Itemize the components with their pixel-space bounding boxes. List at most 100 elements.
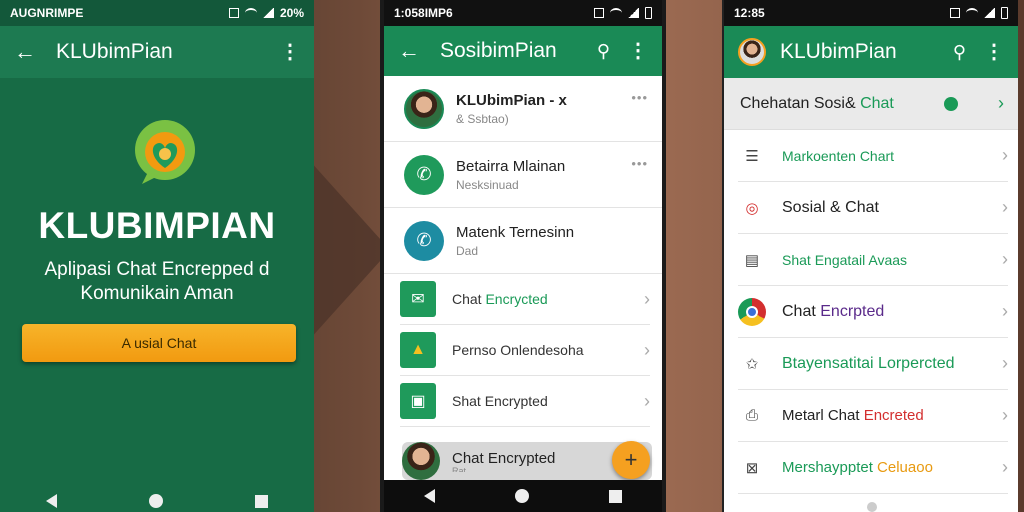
- chat-name: KLUbimPian - x: [456, 91, 567, 109]
- more-options-icon[interactable]: ⋮: [628, 41, 648, 61]
- nav-home-icon[interactable]: [867, 502, 877, 512]
- row-more-icon[interactable]: •••: [631, 90, 648, 105]
- menu-label: Markoenten Chart: [782, 147, 895, 164]
- chat-list: KLUbimPian - x & Ssbtao) ••• ✆ Betairra …: [384, 76, 662, 480]
- chat-name: Betairra Mlainan: [456, 157, 566, 175]
- menu-label: Shat Engatail Avaas: [782, 251, 908, 268]
- brand-name: KLUBIMPIAN: [38, 205, 276, 246]
- notification-icon: [594, 8, 604, 18]
- nav-recents-icon[interactable]: [255, 494, 268, 508]
- nav-recents-icon[interactable]: [609, 489, 622, 503]
- menu-label: Pernso Onlendesoha: [452, 342, 584, 358]
- document-icon: ▣: [400, 383, 436, 419]
- chat-item-3[interactable]: ✆ Matenk Ternesinn Dad: [384, 208, 662, 274]
- menu-label: Btayensatitai Lorpercted: [782, 354, 955, 372]
- chat-text: Matenk Ternesinn Dad: [456, 224, 652, 258]
- phone-menu: 12:85 KLUbimPian ⚲ ⋮ Chehatan Sosi& Chat…: [722, 0, 1018, 512]
- nav-bar: [0, 490, 314, 512]
- status-bar: AUGNRIMPE 20%: [0, 0, 314, 26]
- menu-item-1[interactable]: ☰ Markoenten Chart ›: [738, 130, 1008, 182]
- wifi-icon: [966, 8, 978, 18]
- signal-icon: [262, 8, 274, 18]
- nav-bar: [384, 480, 662, 512]
- menu-label: Metarl Chat Encreted: [782, 407, 924, 424]
- status-icons: [594, 7, 652, 19]
- wifi-icon: [244, 8, 257, 18]
- battery-icon: [645, 7, 652, 19]
- chevron-right-icon: ›: [1002, 197, 1008, 217]
- status-time: AUGNRIMPE: [10, 6, 84, 20]
- chat-name: Matenk Ternesinn: [456, 223, 575, 241]
- menu-item-3[interactable]: ▤ Shat Engatail Avaas ›: [738, 234, 1008, 286]
- active-chat-sub: Rat: [452, 467, 467, 472]
- chat-item-1[interactable]: KLUbimPian - x & Ssbtao) •••: [384, 76, 662, 142]
- menu-item-7[interactable]: ⊠ Mershaypptet Celuaoo ›: [738, 442, 1008, 494]
- avatar: [402, 442, 440, 480]
- clipboard-icon: ▤: [744, 251, 760, 269]
- status-icons: 20%: [228, 6, 304, 20]
- chat-preview: Dad: [456, 243, 479, 258]
- menu-label: Mershaypptet Celuaoo: [782, 459, 933, 476]
- menu-item-4[interactable]: Chat Encrpted ›: [738, 286, 1008, 338]
- notification-icon: [950, 8, 960, 18]
- nav-bar: [724, 498, 1018, 512]
- search-icon[interactable]: ⚲: [597, 41, 610, 62]
- app-bar: ← KLUbimPian ⋮: [0, 26, 314, 78]
- nav-back-icon[interactable]: [424, 489, 435, 503]
- back-arrow-icon[interactable]: ←: [14, 41, 36, 63]
- row-more-icon[interactable]: •••: [631, 156, 648, 171]
- chevron-right-icon: ›: [1002, 249, 1008, 269]
- status-time: 12:85: [734, 6, 765, 20]
- tagline-line-1: Aplipasi Chat Encrepped d: [44, 259, 270, 280]
- tagline: Aplipasi Chat Encrepped d Komunikain Ama…: [0, 258, 314, 306]
- more-options-icon[interactable]: ⋮: [984, 42, 1004, 62]
- chat-text: Betairra Mlainan Nesksinuad: [456, 158, 652, 192]
- chevron-right-icon: ›: [1002, 301, 1008, 321]
- phone-icon: ✆: [404, 154, 444, 195]
- status-bar: 12:85: [724, 0, 1018, 26]
- back-arrow-icon[interactable]: ←: [398, 40, 420, 62]
- menu-item-6[interactable]: ⎙ Metarl Chat Encreted ›: [738, 390, 1008, 442]
- app-logo: [128, 116, 202, 190]
- battery-icon: [1001, 7, 1008, 19]
- search-icon[interactable]: ⚲: [953, 42, 966, 63]
- app-bar: KLUbimPian ⚲ ⋮: [724, 26, 1018, 78]
- menu-item-2[interactable]: ◎ Sosial & Chat ›: [738, 182, 1008, 234]
- menu-item-shat-encrypted[interactable]: ▣ Shat Encrypted ›: [400, 376, 650, 427]
- nav-home-icon[interactable]: [515, 489, 529, 503]
- signal-icon: [628, 8, 639, 18]
- start-chat-button[interactable]: A usial Chat: [22, 324, 296, 362]
- phone-splash: AUGNRIMPE 20% ← KLUbimPian ⋮ KLUBIMPIAN …: [0, 0, 314, 512]
- menu-item-chat-encrypted[interactable]: ✉ Chat Encrycted ›: [400, 274, 650, 325]
- menu-item-5[interactable]: ✩ Btayensatitai Lorpercted ›: [738, 338, 1008, 390]
- more-options-icon[interactable]: ⋮: [280, 42, 300, 62]
- chat-preview: & Ssbtao): [456, 111, 509, 126]
- chevron-right-icon: ›: [998, 93, 1004, 113]
- list-icon: ☰: [745, 147, 759, 165]
- app-title: KLUbimPian: [780, 40, 897, 63]
- add-chat-button[interactable]: +: [612, 441, 650, 479]
- chat-item-2[interactable]: ✆ Betairra Mlainan Nesksinuad •••: [384, 142, 662, 208]
- menu-label: Sosial & Chat: [782, 198, 879, 216]
- active-chat-label: Chat Encrypted: [452, 450, 556, 467]
- avatar: [404, 88, 444, 129]
- nav-home-icon[interactable]: [149, 494, 163, 508]
- target-icon: ◎: [745, 199, 759, 217]
- chevron-right-icon: ›: [1002, 145, 1008, 165]
- tagline-line-2: Komunikain Aman: [80, 283, 234, 304]
- menu-label: Chat Encrpted: [782, 302, 885, 320]
- phone-icon: ✆: [404, 220, 444, 261]
- wifi-icon: [610, 8, 622, 18]
- chrome-icon: [738, 297, 766, 326]
- chevron-right-icon: ›: [1002, 457, 1008, 477]
- menu-item-pernso[interactable]: ▲ Pernso Onlendesoha ›: [400, 325, 650, 376]
- section-header[interactable]: Chehatan Sosi& Chat ›: [724, 78, 1018, 130]
- chevron-right-icon: ›: [644, 288, 650, 309]
- chat-preview: Nesksinuad: [456, 177, 519, 192]
- nav-back-icon[interactable]: [46, 494, 57, 508]
- app-bar: ← SosibimPian ⚲ ⋮: [384, 26, 662, 76]
- profile-avatar[interactable]: [738, 38, 766, 66]
- signal-icon: [984, 8, 995, 18]
- alert-icon: ▲: [400, 332, 436, 368]
- status-icons: [950, 7, 1008, 19]
